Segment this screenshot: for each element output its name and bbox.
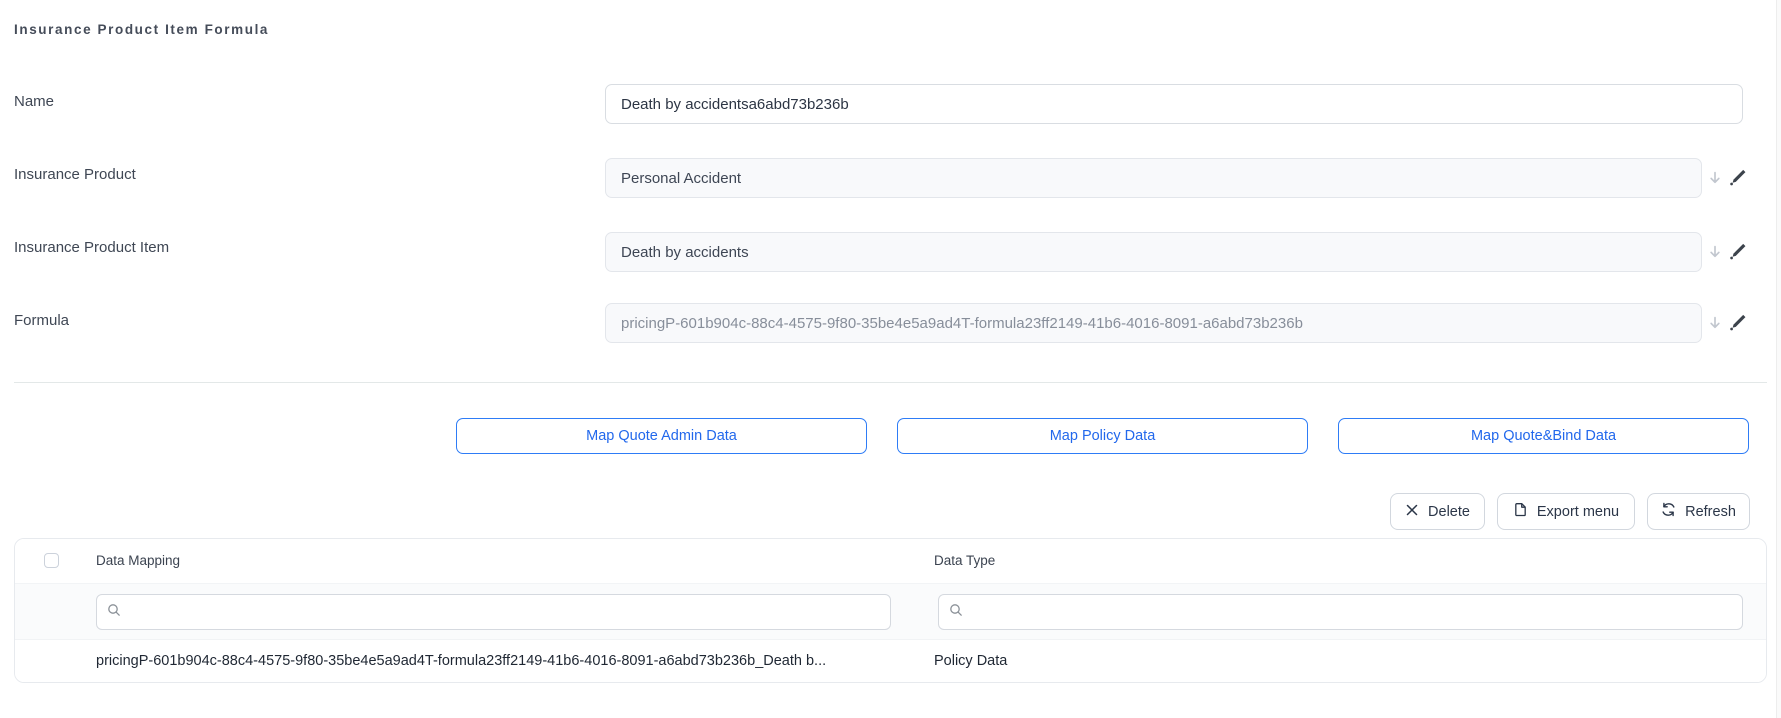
export-menu-button[interactable]: Export menu — [1497, 493, 1635, 530]
column-header-data-type: Data Type — [934, 553, 995, 568]
data-type-search-input[interactable] — [970, 595, 1732, 629]
map-quote-bind-data-button[interactable]: Map Quote&Bind Data — [1338, 418, 1749, 454]
page-title: Insurance Product Item Formula — [14, 22, 269, 37]
data-mapping-cell: pricingP-601b904c-88c4-4575-9f80-35be4e5… — [96, 653, 826, 669]
insurance-product-item-value: Death by accidents — [621, 244, 749, 261]
insurance-product-item-field-label: Insurance Product Item — [14, 239, 169, 257]
column-header-data-mapping: Data Mapping — [96, 553, 180, 568]
refresh-icon — [1661, 502, 1676, 521]
table-header-row: Data Mapping Data Type — [15, 539, 1766, 583]
insurance-product-value: Personal Accident — [621, 170, 741, 187]
down-arrow-icon[interactable] — [1706, 243, 1724, 261]
insurance-product-field-label: Insurance Product — [14, 166, 136, 184]
map-policy-data-button[interactable]: Map Policy Data — [897, 418, 1308, 454]
name-field-label: Name — [14, 93, 54, 111]
insurance-product-select[interactable]: Personal Accident — [605, 158, 1702, 198]
name-input[interactable] — [605, 84, 1743, 124]
search-icon — [949, 603, 963, 622]
pencil-icon[interactable] — [1729, 168, 1747, 186]
close-icon — [1405, 503, 1419, 521]
refresh-button[interactable]: Refresh — [1647, 493, 1750, 530]
refresh-button-label: Refresh — [1685, 504, 1736, 520]
data-type-cell: Policy Data — [934, 653, 1007, 669]
select-all-checkbox[interactable] — [44, 553, 59, 568]
table-filter-row — [15, 583, 1766, 639]
formula-select[interactable]: pricingP-601b904c-88c4-4575-9f80-35be4e5… — [605, 303, 1702, 343]
pencil-icon[interactable] — [1729, 313, 1747, 331]
map-quote-admin-data-button[interactable]: Map Quote Admin Data — [456, 418, 867, 454]
insurance-product-item-select[interactable]: Death by accidents — [605, 232, 1702, 272]
file-icon — [1513, 502, 1528, 521]
down-arrow-icon[interactable] — [1706, 169, 1724, 187]
pencil-icon[interactable] — [1729, 242, 1747, 260]
data-mapping-search-field[interactable] — [96, 594, 891, 630]
delete-button-label: Delete — [1428, 504, 1470, 520]
data-mapping-table: Data Mapping Data Type pricingP-601b904c… — [14, 538, 1767, 683]
section-divider — [14, 382, 1767, 383]
data-mapping-search-input[interactable] — [128, 595, 880, 629]
down-arrow-icon[interactable] — [1706, 314, 1724, 332]
data-type-search-field[interactable] — [938, 594, 1743, 630]
export-menu-button-label: Export menu — [1537, 504, 1619, 520]
search-icon — [107, 603, 121, 622]
table-row[interactable]: pricingP-601b904c-88c4-4575-9f80-35be4e5… — [15, 639, 1766, 683]
delete-button[interactable]: Delete — [1390, 493, 1485, 530]
formula-value: pricingP-601b904c-88c4-4575-9f80-35be4e5… — [621, 315, 1303, 332]
formula-field-label: Formula — [14, 312, 69, 330]
page-scrollbar[interactable] — [1776, 0, 1781, 718]
